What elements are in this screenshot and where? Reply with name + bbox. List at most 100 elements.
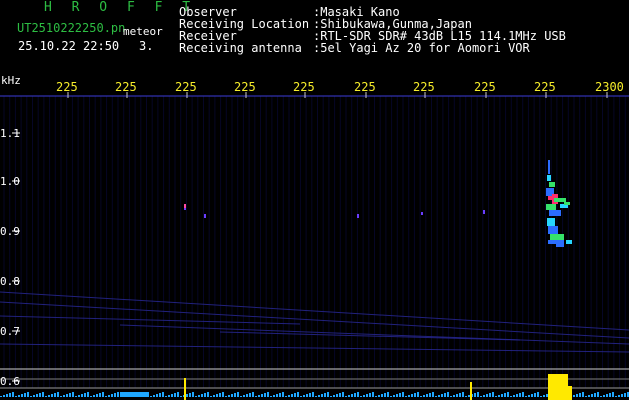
noise-bar bbox=[477, 392, 479, 397]
time-tick-label: 225 bbox=[293, 80, 315, 94]
noise-bar bbox=[372, 392, 374, 397]
noise-bar bbox=[255, 396, 257, 397]
noise-bar bbox=[336, 394, 338, 397]
noise-bar bbox=[396, 394, 398, 397]
noise-bar bbox=[441, 394, 443, 397]
noise-bar bbox=[465, 396, 467, 397]
noise-bar bbox=[93, 395, 95, 397]
meteor-echo-cell bbox=[554, 198, 566, 202]
count-value: 3. bbox=[139, 39, 154, 53]
noise-bar bbox=[516, 394, 518, 397]
noise-bar bbox=[480, 396, 482, 397]
meteor-echoes bbox=[184, 160, 572, 247]
noise-bar bbox=[198, 395, 200, 397]
noise-bar bbox=[588, 395, 590, 397]
meteor-power-tail bbox=[568, 386, 572, 400]
noise-bar bbox=[384, 393, 386, 397]
time-axis: 225 225 225 225 225 225 225 225 225 2300 bbox=[56, 80, 624, 94]
noise-bar bbox=[270, 396, 272, 397]
spectrogram: 225 225 225 225 225 225 225 225 225 2300 1.1 1.0 0.… bbox=[0, 80, 629, 400]
noise-bar bbox=[519, 393, 521, 397]
noise-bar bbox=[36, 394, 38, 397]
noise-bar bbox=[51, 394, 53, 397]
noise-bar bbox=[390, 396, 392, 397]
noise-bar bbox=[159, 393, 161, 397]
noise-bar bbox=[447, 392, 449, 397]
noise-bar bbox=[30, 396, 32, 397]
noise-bar bbox=[420, 396, 422, 397]
freq-tick-label: 0.8 bbox=[0, 275, 20, 288]
meteor-echo-cell bbox=[547, 218, 555, 226]
noise-bar bbox=[99, 393, 101, 397]
noise-bar bbox=[522, 392, 524, 397]
noise-bar bbox=[414, 393, 416, 397]
type-label: meteor bbox=[123, 25, 163, 38]
noise-bar bbox=[312, 392, 314, 397]
noise-bar bbox=[108, 395, 110, 397]
grid bbox=[0, 92, 629, 389]
meteor-echo-cell bbox=[546, 204, 556, 210]
noise-bar bbox=[24, 393, 26, 397]
noise-bar bbox=[273, 395, 275, 397]
meteor-echo-cell bbox=[547, 175, 551, 181]
noise-bar bbox=[513, 395, 515, 397]
noise-bar bbox=[252, 392, 254, 397]
noise-bar bbox=[189, 393, 191, 397]
noise-bar bbox=[6, 394, 8, 397]
noise-bar bbox=[192, 392, 194, 397]
noise-bar bbox=[42, 392, 44, 397]
noise-bar bbox=[504, 393, 506, 397]
noise-bar bbox=[48, 395, 50, 397]
noise-bar bbox=[294, 393, 296, 397]
freq-tick-label: 0.7 bbox=[0, 325, 20, 338]
noise-bar bbox=[321, 394, 323, 397]
noise-bar bbox=[27, 392, 29, 397]
noise-bar bbox=[21, 394, 23, 397]
noise-bar bbox=[231, 394, 233, 397]
noise-bar bbox=[462, 392, 464, 397]
noise-bar bbox=[111, 394, 113, 397]
noise-bar bbox=[585, 396, 587, 397]
noise-bar bbox=[393, 395, 395, 397]
noise-bar bbox=[96, 394, 98, 397]
noise-bar bbox=[180, 396, 182, 397]
noise-bar bbox=[507, 392, 509, 397]
noise-bar bbox=[261, 394, 263, 397]
noise-bar bbox=[39, 393, 41, 397]
date-time: 25.10.22 22:50 bbox=[18, 39, 120, 53]
noise-bar bbox=[66, 394, 68, 397]
noise-bar bbox=[498, 395, 500, 397]
noise-bar bbox=[363, 395, 365, 397]
noise-bar bbox=[618, 395, 620, 397]
noise-bar bbox=[174, 393, 176, 397]
noise-bar bbox=[72, 392, 74, 397]
noise-bar bbox=[117, 392, 119, 397]
noise-bar bbox=[426, 394, 428, 397]
noise-bar bbox=[315, 396, 317, 397]
noise-bar bbox=[537, 392, 539, 397]
noise-bar bbox=[318, 395, 320, 397]
noise-bar bbox=[210, 396, 212, 397]
noise-bar bbox=[423, 395, 425, 397]
noise-band bbox=[0, 343, 629, 353]
noise-bar bbox=[3, 395, 5, 397]
noise-bar bbox=[216, 394, 218, 397]
noise-bar bbox=[531, 394, 533, 397]
file-id: UT2510222250.pn bbox=[17, 21, 126, 35]
noise-bar bbox=[591, 394, 593, 397]
noise-bar bbox=[534, 393, 536, 397]
noise-bar bbox=[402, 392, 404, 397]
noise-bar bbox=[246, 394, 248, 397]
noise-bar bbox=[345, 396, 347, 397]
time-tick-label: 225 bbox=[175, 80, 197, 94]
noise-bar bbox=[525, 396, 527, 397]
meteor-power-block bbox=[548, 374, 568, 400]
noise-bar bbox=[597, 392, 599, 397]
time-tick-label: 225 bbox=[56, 80, 78, 94]
noise-bar bbox=[432, 392, 434, 397]
noise-bar bbox=[207, 392, 209, 397]
noise-bar bbox=[204, 393, 206, 397]
noise-bar bbox=[375, 396, 377, 397]
noise-bar bbox=[456, 394, 458, 397]
noise-bar bbox=[327, 392, 329, 397]
